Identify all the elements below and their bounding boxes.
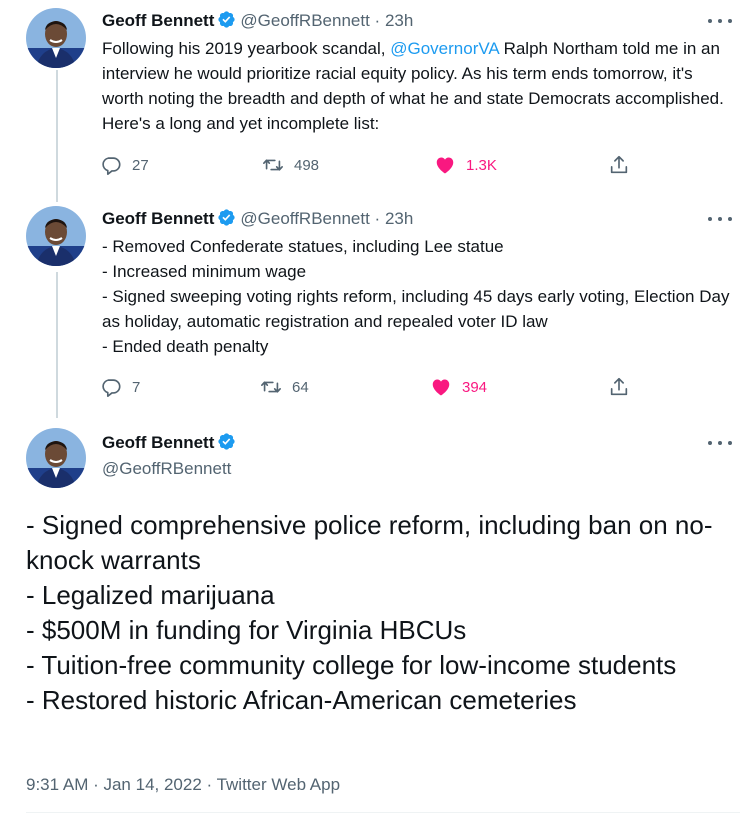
- author-name[interactable]: Geoff Bennett: [102, 433, 214, 452]
- share-button[interactable]: [608, 375, 630, 399]
- tweet-timestamp[interactable]: 9:31 AM · Jan 14, 2022 · Twitter Web App: [26, 774, 340, 796]
- like-button[interactable]: 394: [430, 375, 487, 399]
- author-handle[interactable]: @GeoffRBennett: [240, 11, 369, 30]
- heart-icon: [436, 157, 454, 174]
- retweet-icon: [261, 381, 281, 393]
- tweet-text: - Removed Confederate statues, including…: [102, 237, 730, 356]
- tweet-header: Geoff Bennett @GeoffRBennett · 23h: [102, 10, 413, 35]
- avatar[interactable]: [26, 428, 86, 488]
- tweet-header: Geoff Bennett @GeoffRBennett · 23h: [102, 208, 413, 233]
- more-icon[interactable]: [708, 16, 732, 26]
- heart-icon: [432, 379, 450, 396]
- tweet-time[interactable]: 23h: [385, 11, 413, 30]
- retweet-button[interactable]: 64: [260, 375, 309, 399]
- reply-icon: [102, 157, 121, 175]
- like-count: 1.3K: [466, 156, 497, 174]
- avatar[interactable]: [26, 8, 86, 68]
- author-name[interactable]: Geoff Bennett: [102, 209, 214, 228]
- avatar[interactable]: [26, 206, 86, 266]
- verified-badge-icon: [217, 432, 236, 457]
- divider: [26, 812, 740, 813]
- separator: ·: [374, 11, 381, 30]
- retweet-icon: [263, 159, 283, 171]
- reply-count: 27: [132, 156, 149, 174]
- reply-button[interactable]: 7: [100, 375, 140, 399]
- tweet-actions: 27 498 1.3K: [100, 153, 640, 177]
- tweet-time[interactable]: 23h: [385, 209, 413, 228]
- more-icon[interactable]: [708, 438, 732, 448]
- author-name[interactable]: Geoff Bennett: [102, 11, 214, 30]
- retweet-count: 498: [294, 156, 320, 174]
- tweet-actions: 7 64 394: [100, 375, 640, 399]
- reply-icon: [102, 379, 121, 397]
- reply-button[interactable]: 27: [100, 153, 149, 177]
- more-icon[interactable]: [708, 214, 732, 224]
- thread-line: [56, 272, 58, 418]
- thread-line: [56, 70, 58, 202]
- share-icon: [610, 155, 628, 174]
- verified-badge-icon: [217, 208, 236, 233]
- verified-badge-icon: [217, 10, 236, 35]
- like-button[interactable]: 1.3K: [434, 153, 497, 177]
- separator: ·: [374, 209, 381, 228]
- author-name-row: Geoff Bennett: [102, 432, 240, 457]
- author-handle[interactable]: @GeoffRBennett: [102, 458, 231, 480]
- share-button[interactable]: [608, 153, 630, 177]
- reply-count: 7: [132, 378, 141, 396]
- main-tweet-text: - Signed comprehensive police reform, in…: [26, 510, 713, 715]
- retweet-count: 64: [292, 378, 309, 396]
- mention-link[interactable]: @GovernorVA: [390, 39, 499, 58]
- retweet-button[interactable]: 498: [262, 153, 319, 177]
- author-handle[interactable]: @GeoffRBennett: [240, 209, 369, 228]
- like-count: 394: [462, 378, 488, 396]
- share-icon: [610, 377, 628, 396]
- tweet-text: Following his 2019 yearbook scandal, @Go…: [102, 39, 724, 133]
